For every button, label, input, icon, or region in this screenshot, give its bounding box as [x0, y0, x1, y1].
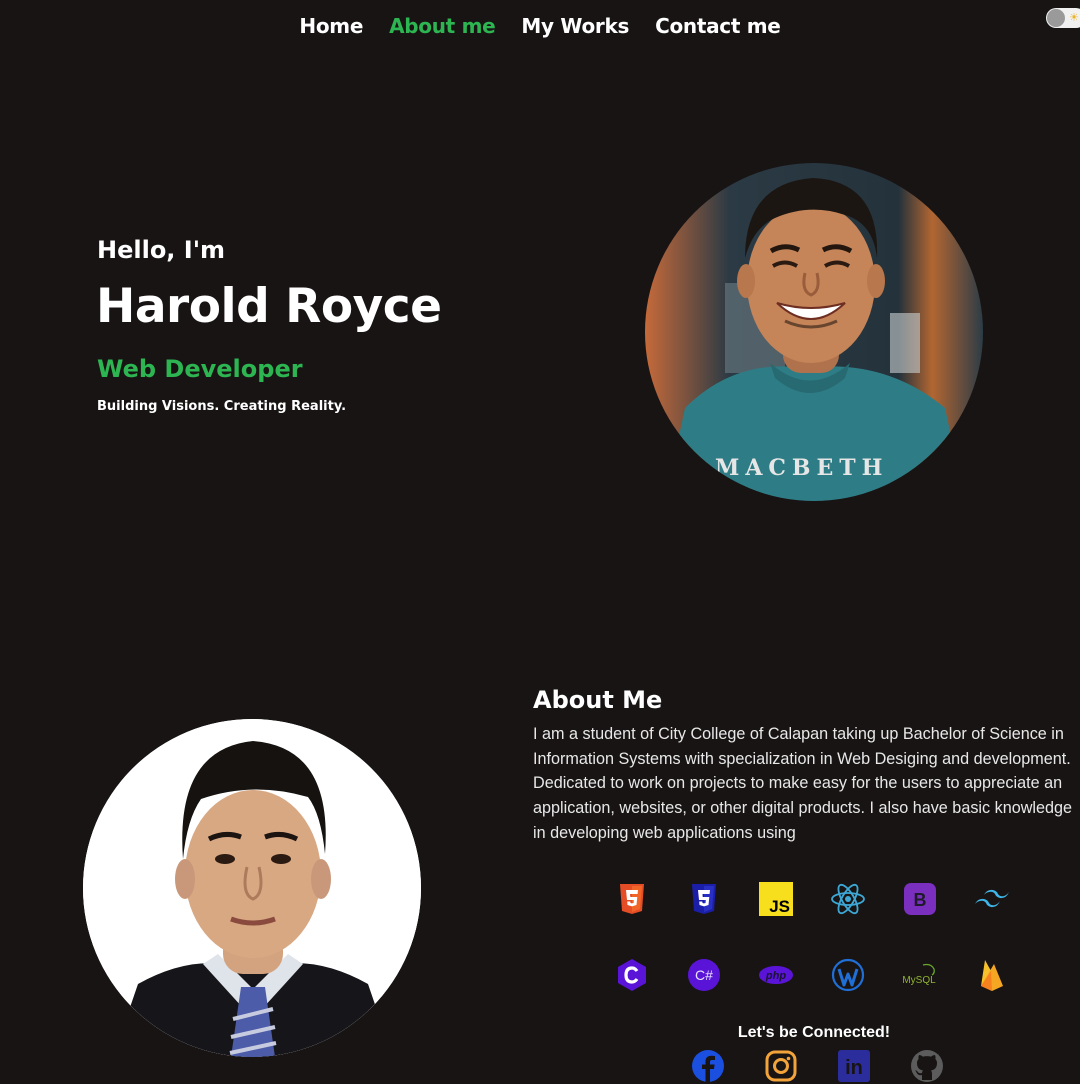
sun-icon: ☀ [1069, 11, 1079, 24]
php-icon: php [740, 955, 812, 995]
instagram-icon[interactable] [763, 1048, 799, 1084]
theme-toggle[interactable]: ☀ [1046, 8, 1080, 28]
c-icon [596, 955, 668, 995]
about-title: About Me [533, 686, 663, 714]
csharp-icon: C# [668, 955, 740, 995]
php-label: php [765, 970, 786, 982]
tech-icons-row-1: JS B [596, 879, 1028, 919]
js-label: JS [769, 897, 790, 916]
social-links: in [690, 1048, 945, 1084]
hero-name: Harold Royce [96, 279, 442, 334]
nav-about-me[interactable]: About me [389, 14, 496, 38]
nav-my-works[interactable]: My Works [521, 14, 629, 38]
mysql-label: MySQL [902, 975, 936, 986]
firebase-icon [956, 955, 1028, 995]
github-icon[interactable] [909, 1048, 945, 1084]
css3-icon [668, 879, 740, 919]
connect-heading: Let's be Connected! [737, 1024, 891, 1041]
main-nav: Home About me My Works Contact me [0, 14, 1080, 38]
csharp-label: C# [695, 967, 713, 983]
facebook-icon[interactable] [690, 1048, 726, 1084]
bootstrap-icon: B [884, 879, 956, 919]
linkedin-icon[interactable]: in [836, 1048, 872, 1084]
hero-tagline: Building Visions. Creating Reality. [97, 399, 347, 414]
javascript-icon: JS [740, 879, 812, 919]
hero-greeting: Hello, I'm [97, 236, 226, 264]
tech-icons-row-2: C# php MySQL [596, 955, 1028, 995]
about-description: I am a student of City College of Calapa… [533, 725, 1072, 842]
react-icon [812, 879, 884, 919]
html5-icon [596, 879, 668, 919]
about-profile-photo [83, 719, 421, 1057]
shirt-text: MACBETH [715, 455, 888, 481]
tailwind-icon [956, 879, 1028, 919]
hero-profile-photo: MACBETH [645, 163, 983, 501]
mysql-icon: MySQL [884, 955, 956, 995]
wordpress-icon [812, 955, 884, 995]
toggle-knob [1047, 9, 1065, 27]
nav-contact-me[interactable]: Contact me [655, 14, 781, 38]
nav-home[interactable]: Home [299, 14, 363, 38]
bootstrap-label: B [914, 890, 927, 910]
hero-role: Web Developer [97, 355, 303, 383]
linkedin-label: in [845, 1057, 863, 1079]
